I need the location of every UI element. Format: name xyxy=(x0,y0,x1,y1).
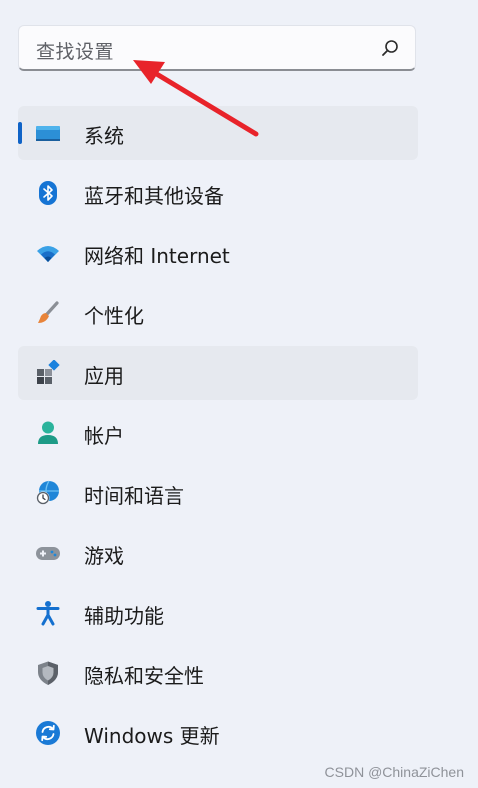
apps-icon xyxy=(35,360,61,386)
bluetooth-icon xyxy=(35,180,61,206)
search-box[interactable]: 查找设置 xyxy=(18,25,416,71)
globe-clock-icon xyxy=(35,480,61,506)
nav-item-accounts[interactable]: 帐户 xyxy=(18,406,418,460)
nav-label: 应用 xyxy=(84,364,124,388)
nav-label: 网络和 Internet xyxy=(84,244,230,268)
nav-label: 个性化 xyxy=(84,304,144,328)
shield-icon xyxy=(35,660,61,686)
search-icon[interactable] xyxy=(381,39,399,57)
nav-item-personalization[interactable]: 个性化 xyxy=(18,286,418,340)
nav-label: 游戏 xyxy=(84,544,124,568)
nav-item-apps[interactable]: 应用 xyxy=(18,346,418,400)
nav-item-accessibility[interactable]: 辅助功能 xyxy=(18,586,418,640)
accessibility-icon xyxy=(35,600,61,626)
nav-item-system[interactable]: 系统 xyxy=(18,106,418,160)
nav-item-time-language[interactable]: 时间和语言 xyxy=(18,466,418,520)
nav-label: Windows 更新 xyxy=(84,724,220,748)
nav-item-windows-update[interactable]: Windows 更新 xyxy=(18,706,418,760)
nav-label: 隐私和安全性 xyxy=(84,664,204,688)
selection-indicator xyxy=(18,122,22,144)
nav-item-network[interactable]: 网络和 Internet xyxy=(18,226,418,280)
nav-label: 系统 xyxy=(84,124,124,148)
search-placeholder: 查找设置 xyxy=(36,41,115,63)
account-icon xyxy=(35,420,61,446)
nav-item-bluetooth[interactable]: 蓝牙和其他设备 xyxy=(18,166,418,220)
wifi-icon xyxy=(35,240,61,266)
nav-item-gaming[interactable]: 游戏 xyxy=(18,526,418,580)
settings-nav: 系统 蓝牙和其他设备 网络和 Internet 个性化 应用 帐户 时间和语言 … xyxy=(18,106,418,766)
paintbrush-icon xyxy=(35,300,61,326)
nav-label: 帐户 xyxy=(84,424,124,448)
windows-update-icon xyxy=(35,720,61,746)
nav-label: 蓝牙和其他设备 xyxy=(84,184,224,208)
nav-item-privacy-security[interactable]: 隐私和安全性 xyxy=(18,646,418,700)
nav-label: 辅助功能 xyxy=(84,604,164,628)
gamepad-icon xyxy=(35,540,61,566)
system-display-icon xyxy=(35,120,61,146)
watermark: CSDN @ChinaZiChen xyxy=(324,764,464,780)
nav-label: 时间和语言 xyxy=(84,484,184,508)
